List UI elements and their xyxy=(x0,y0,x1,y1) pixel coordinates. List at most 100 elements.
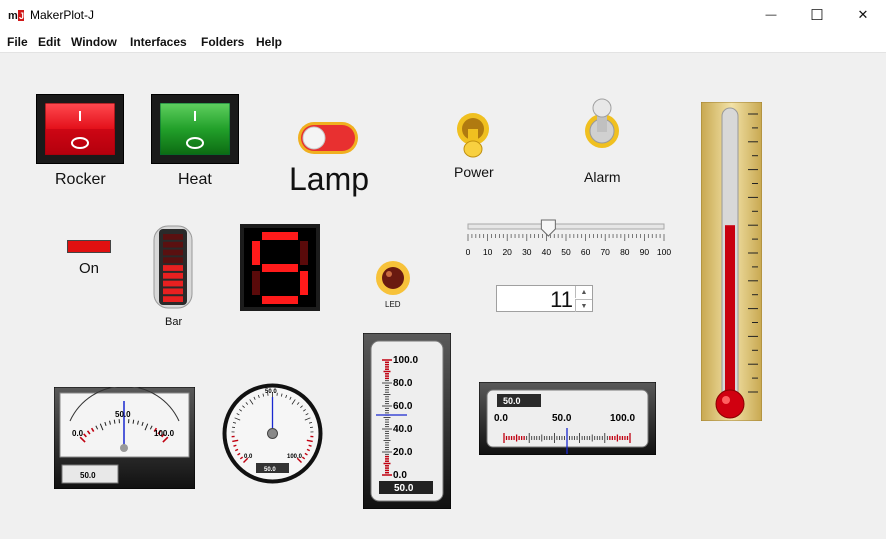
vm-tick-label: 20.0 xyxy=(393,447,413,458)
menu-edit[interactable]: Edit xyxy=(38,35,61,49)
maximize-icon: ☐ xyxy=(810,7,824,24)
on-indicator xyxy=(67,240,111,253)
slider-tick-label: 50 xyxy=(561,247,571,257)
rocker-switch-face xyxy=(45,103,115,155)
segment-a xyxy=(262,232,298,240)
menu-help[interactable]: Help xyxy=(256,35,282,49)
bar-segment xyxy=(163,257,183,264)
value-slider[interactable]: 0 10 20 30 40 50 60 70 80 90 100 xyxy=(462,217,676,261)
close-icon: ✕ xyxy=(857,7,869,22)
slider-thumb[interactable] xyxy=(540,219,556,237)
segment-f xyxy=(252,241,260,265)
bar-segment xyxy=(163,241,183,248)
rocker-switch[interactable] xyxy=(36,94,124,164)
apm-max-label: 100.0 xyxy=(154,429,175,438)
menu-folders[interactable]: Folders xyxy=(201,35,244,49)
rg-top-label: 50.0 xyxy=(265,389,277,395)
bar-indicator xyxy=(153,225,193,309)
apm-readout: 50.0 xyxy=(80,471,96,480)
vertical-meter: 100.0 80.0 60.0 40.0 20.0 0.0 50.0 xyxy=(363,333,451,509)
rg-tick xyxy=(233,444,237,447)
vm-tick-label: 0.0 xyxy=(393,470,407,481)
bar-segment xyxy=(163,280,183,287)
slider-tick-label: 100 xyxy=(657,247,671,257)
horizontal-meter: 50.0 0.0 50.0 100.0 xyxy=(479,382,656,455)
segment-g xyxy=(262,264,298,272)
bar-segment xyxy=(163,272,183,279)
apm-min-label: 0.0 xyxy=(72,429,84,438)
vm-tick-label: 100.0 xyxy=(393,355,418,366)
slider-tick-label: 30 xyxy=(522,247,532,257)
window-title: MakerPlot-J xyxy=(30,8,95,22)
segment-c xyxy=(300,271,308,295)
app-logo-icon: m J xyxy=(8,7,25,23)
svg-text:J: J xyxy=(19,11,24,21)
vm-tick-label: 80.0 xyxy=(393,378,413,389)
slider-tick-label: 20 xyxy=(502,247,512,257)
rg-readout: 50.0 xyxy=(264,467,276,473)
slider-tick-label: 80 xyxy=(620,247,630,257)
hm-readout: 50.0 xyxy=(503,396,521,406)
lamp-toggle[interactable] xyxy=(297,121,359,155)
led-indicator xyxy=(376,261,410,295)
heat-switch-face xyxy=(160,103,230,155)
segment-d xyxy=(262,296,298,304)
vm-tick-label: 40.0 xyxy=(393,424,413,435)
analog-panel-meter: 0.0 50.0 100.0 50.0 xyxy=(54,387,195,489)
segment-e xyxy=(252,271,260,295)
heat-switch[interactable] xyxy=(151,94,239,164)
segment-b xyxy=(300,241,308,265)
menu-file[interactable]: File xyxy=(7,35,28,49)
bar-segment xyxy=(163,265,183,271)
rg-max-label: 100.0 xyxy=(287,454,303,460)
slider-tick-label: 90 xyxy=(640,247,650,257)
slider-tick-label: 40 xyxy=(542,247,552,257)
bar-segment xyxy=(163,296,183,302)
close-button[interactable]: ✕ xyxy=(840,0,886,30)
minimize-icon: — xyxy=(765,9,777,21)
round-gauge: 50.0 0.0 100.0 50.0 xyxy=(222,383,323,484)
rg-tick xyxy=(308,444,312,447)
menu-window[interactable]: Window xyxy=(71,35,117,49)
apm-tick xyxy=(132,419,135,424)
hm-mid-label: 50.0 xyxy=(552,413,572,424)
bar-segment xyxy=(163,234,183,240)
status-bar xyxy=(0,532,886,539)
lamp-label: Lamp xyxy=(289,161,370,197)
rocker-label: Rocker xyxy=(55,171,106,188)
seven-segment-display: 5 xyxy=(240,224,320,311)
bar-segment xyxy=(163,288,183,295)
slider-tick-label: 10 xyxy=(483,247,493,257)
hm-max-label: 100.0 xyxy=(610,413,635,424)
rg-min-label: 0.0 xyxy=(244,454,253,460)
power-label: Power xyxy=(454,164,494,180)
menu-interfaces[interactable]: Interfaces xyxy=(130,35,187,49)
heat-label: Heat xyxy=(178,171,212,188)
vm-tick-label: 60.0 xyxy=(393,401,413,412)
bar-segment xyxy=(163,249,183,256)
value-spinner[interactable]: 11 ▲ ▼ xyxy=(496,285,593,312)
power-toggle-switch[interactable] xyxy=(456,111,490,161)
led-label: LED xyxy=(385,300,401,309)
apm-tick xyxy=(113,419,116,424)
title-bar: m J MakerPlot-J — ☐ ✕ xyxy=(0,0,886,30)
vm-readout: 50.0 xyxy=(394,483,414,494)
minimize-button[interactable]: — xyxy=(748,0,794,30)
hm-min-label: 0.0 xyxy=(494,413,508,424)
maximize-button[interactable]: ☐ xyxy=(794,0,840,30)
spinner-down-button[interactable]: ▼ xyxy=(575,299,592,312)
caret-up-icon: ▲ xyxy=(580,288,588,296)
menu-bar: File Edit Window Interfaces Folders Help xyxy=(0,30,886,53)
thermometer xyxy=(701,102,762,421)
slider-tick-label: 70 xyxy=(600,247,610,257)
apm-mid-label: 50.0 xyxy=(115,410,131,419)
alarm-label: Alarm xyxy=(584,169,621,185)
spinner-value: 11 xyxy=(550,287,573,312)
slider-tick-label: 60 xyxy=(581,247,591,257)
spinner-up-button[interactable]: ▲ xyxy=(575,286,592,298)
svg-text:m: m xyxy=(8,10,18,22)
slider-tick-label: 0 xyxy=(466,247,471,257)
alarm-toggle-switch[interactable] xyxy=(583,96,621,150)
bar-label: Bar xyxy=(165,316,183,328)
caret-down-icon: ▼ xyxy=(580,302,588,310)
